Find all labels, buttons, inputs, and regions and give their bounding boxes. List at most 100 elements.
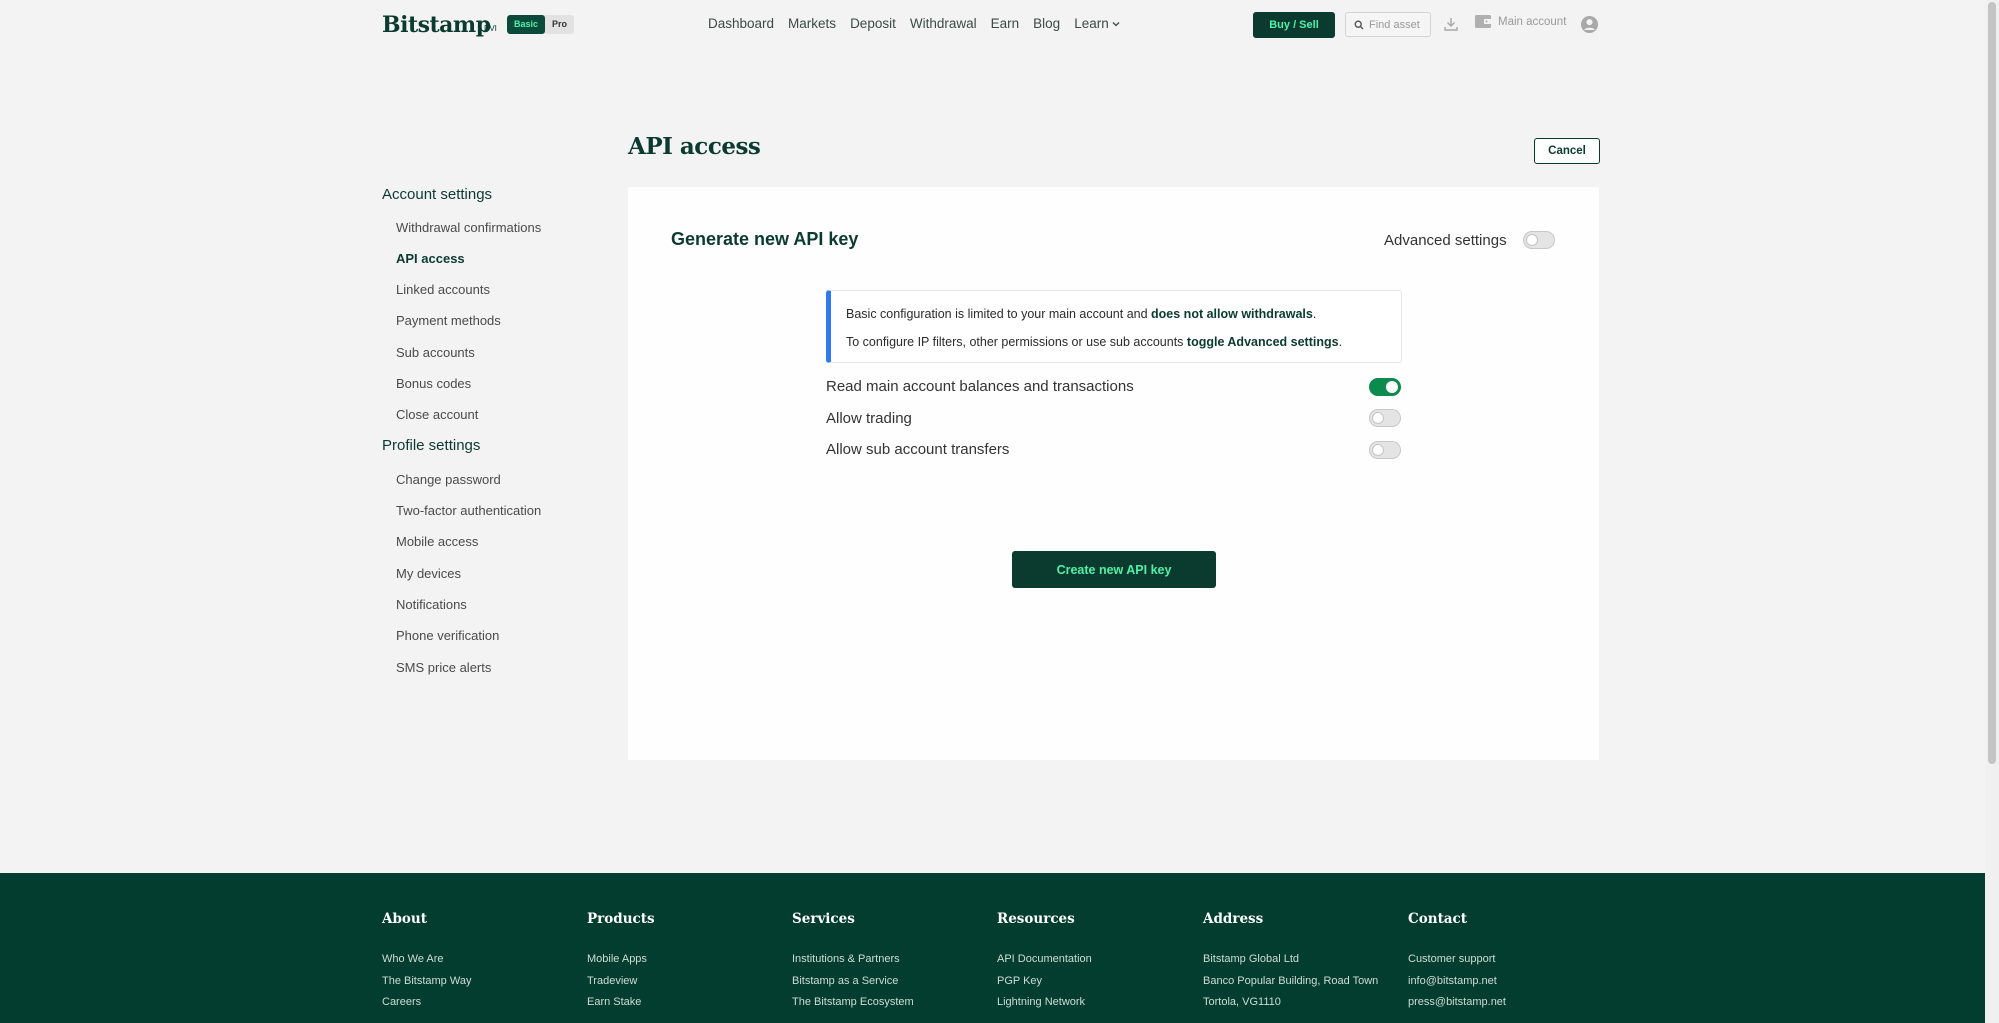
main-account-label: Main account <box>1498 15 1567 28</box>
site-footer <box>0 873 1985 1023</box>
info-line-1-end: . <box>1312 307 1317 321</box>
footer-link[interactable]: Customer support <box>1408 949 1506 971</box>
create-api-key-button[interactable]: Create new API key <box>1012 551 1216 588</box>
footer-column-services: Services Institutions & Partners Bitstam… <box>792 911 914 1014</box>
footer-heading-products: Products <box>587 911 655 927</box>
footer-link[interactable]: The Bitstamp Way <box>382 971 471 993</box>
info-line-1-text: Basic configuration is limited to your m… <box>846 307 1152 321</box>
sidebar-item-payment-methods[interactable]: Payment methods <box>396 313 501 328</box>
nav-dashboard[interactable]: Dashboard <box>708 16 774 31</box>
footer-heading-resources: Resources <box>997 911 1075 927</box>
footer-link[interactable]: info@bitstamp.net <box>1408 971 1506 993</box>
page-scrollbar[interactable] <box>1985 0 1999 1023</box>
footer-heading-address: Address <box>1203 911 1264 927</box>
footer-link[interactable]: The Bitstamp Ecosystem <box>792 992 914 1014</box>
footer-address-line: Bitstamp Global Ltd <box>1203 953 1299 965</box>
footer-heading-about: About <box>382 911 427 927</box>
footer-address-line: Tortola, VG1110 <box>1203 996 1281 1008</box>
card-title: Generate new API key <box>671 229 859 249</box>
toggle-knob <box>1526 234 1538 246</box>
sidebar-item-my-devices[interactable]: My devices <box>396 566 461 581</box>
advanced-settings-toggle[interactable] <box>1523 231 1555 249</box>
api-key-card <box>628 187 1599 760</box>
plan-basic-tab[interactable]: Basic <box>507 15 546 34</box>
permission-allow-trading-toggle[interactable] <box>1369 409 1401 427</box>
download-icon[interactable] <box>1442 15 1460 33</box>
footer-link[interactable]: PGP Key <box>997 971 1092 993</box>
plan-pro-tab[interactable]: Pro <box>545 15 574 34</box>
info-line-1: Basic configuration is limited to your m… <box>846 307 1401 321</box>
page-title: API access <box>628 133 761 160</box>
info-line-2-bold: toggle Advanced settings <box>1186 335 1339 349</box>
sidebar-item-close-account[interactable]: Close account <box>396 407 478 422</box>
profile-settings-heading[interactable]: Profile settings <box>382 437 480 454</box>
info-line-1-bold: does not allow withdrawals <box>1151 307 1313 321</box>
wallet-icon <box>1475 15 1491 28</box>
advanced-settings-label: Advanced settings <box>1384 232 1507 249</box>
footer-link[interactable]: Earn Stake <box>587 992 655 1014</box>
top-header: Bitstamp BVI Basic Pro Dashboard Markets… <box>0 0 1985 50</box>
toggle-knob <box>1386 381 1398 393</box>
sidebar-item-sub-accounts[interactable]: Sub accounts <box>396 345 475 360</box>
footer-link[interactable]: Mobile Apps <box>587 949 655 971</box>
footer-address-line: Banco Popular Building, Road Town <box>1203 974 1379 987</box>
footer-link[interactable]: Careers <box>382 992 471 1014</box>
sidebar-item-withdrawal-confirmations[interactable]: Withdrawal confirmations <box>396 220 541 235</box>
nav-blog[interactable]: Blog <box>1033 16 1060 31</box>
sidebar-item-mobile-access[interactable]: Mobile access <box>396 534 478 549</box>
user-profile-icon[interactable] <box>1579 14 1599 34</box>
info-line-2: To configure IP filters, other permissio… <box>846 335 1401 349</box>
info-line-2-text: To configure IP filters, other permissio… <box>846 335 1187 349</box>
nav-learn[interactable]: Learn <box>1074 16 1120 31</box>
info-notice: Basic configuration is limited to your m… <box>826 290 1402 363</box>
toggle-knob <box>1372 444 1384 456</box>
chevron-down-icon <box>1112 21 1120 26</box>
sidebar-item-bonus-codes[interactable]: Bonus codes <box>396 376 471 391</box>
nav-learn-label: Learn <box>1074 16 1109 31</box>
buy-sell-button[interactable]: Buy / Sell <box>1253 12 1335 38</box>
footer-link[interactable]: Lightning Network <box>997 992 1092 1014</box>
sidebar-item-linked-accounts[interactable]: Linked accounts <box>396 282 490 297</box>
footer-column-about: About Who We Are The Bitstamp Way Career… <box>382 911 471 1014</box>
nav-markets[interactable]: Markets <box>788 16 836 31</box>
sidebar-item-api-access[interactable]: API access <box>396 251 465 266</box>
info-line-2-end: . <box>1338 335 1343 349</box>
permission-allow-trading-label: Allow trading <box>826 410 912 427</box>
permission-read-balances-label: Read main account balances and transacti… <box>826 378 1134 395</box>
sidebar-item-notifications[interactable]: Notifications <box>396 597 467 612</box>
find-asset-placeholder: Find asset <box>1369 18 1420 31</box>
footer-link[interactable]: press@bitstamp.net <box>1408 992 1506 1014</box>
scrollbar-thumb[interactable] <box>1988 2 1996 764</box>
footer-heading-services: Services <box>792 911 855 927</box>
footer-link[interactable]: API Documentation <box>997 949 1092 971</box>
footer-heading-contact: Contact <box>1408 911 1468 927</box>
permission-sub-account-transfers-label: Allow sub account transfers <box>826 441 1010 458</box>
footer-column-address: Address Bitstamp Global Ltd Banco Popula… <box>1203 911 1378 1014</box>
search-icon <box>1354 19 1364 29</box>
sidebar-item-phone-verification[interactable]: Phone verification <box>396 628 499 643</box>
main-nav: Dashboard Markets Deposit Withdrawal Ear… <box>708 16 1120 31</box>
logo-region-suffix: BVI <box>484 24 497 33</box>
find-asset-input[interactable]: Find asset <box>1345 12 1431 37</box>
sidebar-item-sms-price-alerts[interactable]: SMS price alerts <box>396 660 491 675</box>
bitstamp-logo[interactable]: Bitstamp <box>382 12 491 38</box>
cancel-button[interactable]: Cancel <box>1534 138 1600 164</box>
permission-read-balances-toggle[interactable] <box>1369 378 1401 396</box>
footer-column-resources: Resources API Documentation PGP Key Ligh… <box>997 911 1092 1014</box>
toggle-knob <box>1372 412 1384 424</box>
footer-link[interactable]: Tradeview <box>587 971 655 993</box>
footer-column-contact: Contact Customer support info@bitstamp.n… <box>1408 911 1506 1014</box>
footer-link[interactable]: Institutions & Partners <box>792 949 914 971</box>
footer-column-products: Products Mobile Apps Tradeview Earn Stak… <box>587 911 655 1014</box>
permission-sub-account-transfers-toggle[interactable] <box>1369 441 1401 459</box>
plan-switch: Basic Pro <box>507 15 575 34</box>
nav-earn[interactable]: Earn <box>991 16 1020 31</box>
nav-deposit[interactable]: Deposit <box>850 16 896 31</box>
sidebar-item-change-password[interactable]: Change password <box>396 472 501 487</box>
footer-link[interactable]: Bitstamp as a Service <box>792 971 914 993</box>
nav-withdrawal[interactable]: Withdrawal <box>910 16 977 31</box>
main-account-selector[interactable]: Main account <box>1474 14 1566 29</box>
account-settings-heading[interactable]: Account settings <box>382 186 492 203</box>
sidebar-item-two-factor-authentication[interactable]: Two-factor authentication <box>396 503 541 518</box>
footer-link[interactable]: Who We Are <box>382 949 471 971</box>
